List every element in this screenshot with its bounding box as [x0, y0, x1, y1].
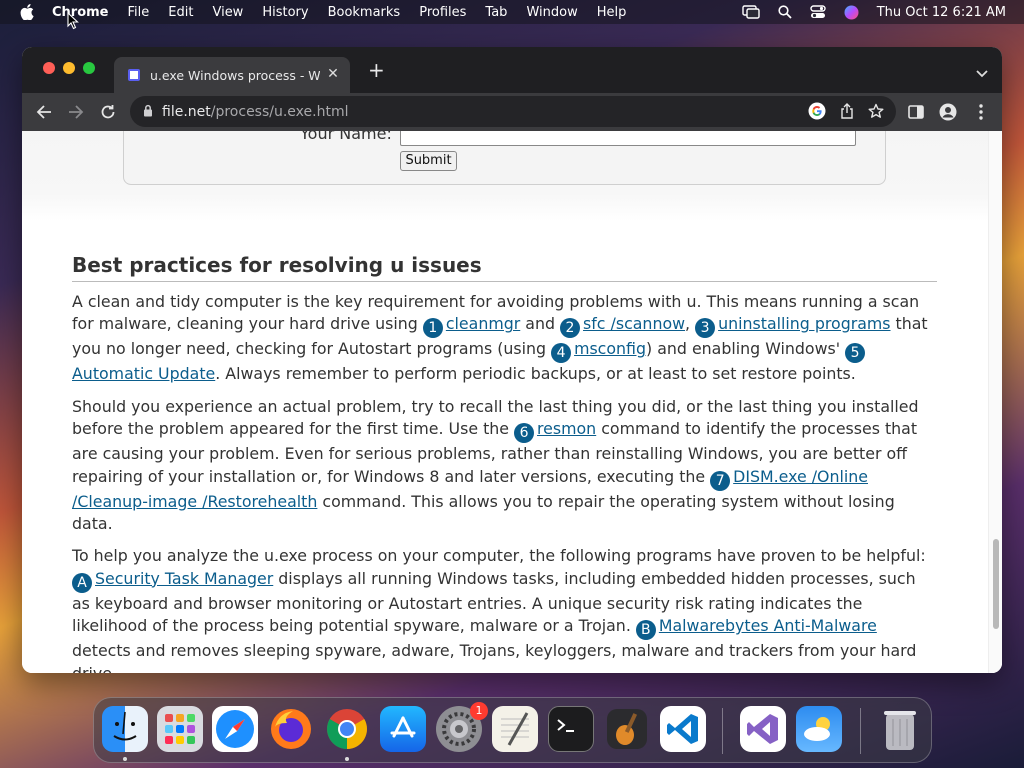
- settings-notification-badge: 1: [470, 702, 488, 720]
- finder-running-dot: [123, 757, 127, 761]
- badge-7: 7: [710, 470, 731, 491]
- link-cleanmgr[interactable]: cleanmgr: [446, 314, 520, 333]
- submit-button[interactable]: Submit: [400, 151, 457, 171]
- share-icon[interactable]: [840, 103, 854, 123]
- trash-icon[interactable]: [877, 706, 923, 752]
- p3-text-1: To help you analyze the u.exe process on…: [72, 546, 926, 566]
- p1-text-5: ) and enabling Windows': [646, 339, 846, 359]
- garageband-icon[interactable]: [604, 706, 650, 752]
- menu-history[interactable]: History: [262, 5, 308, 20]
- kebab-menu-icon[interactable]: [971, 102, 991, 122]
- minimize-window-button[interactable]: [63, 62, 75, 74]
- dock: 1: [93, 697, 932, 763]
- zoom-window-button[interactable]: [83, 62, 95, 74]
- spotlight-search-icon[interactable]: [778, 5, 792, 19]
- visual-studio-icon[interactable]: [740, 706, 786, 752]
- paragraph-1: A clean and tidy computer is the key req…: [72, 291, 937, 386]
- badge-1: 1: [422, 318, 443, 339]
- p3-text-3: detects and removes sleeping spyware, ad…: [72, 641, 917, 673]
- tab-title: u.exe Windows process - Wha: [150, 67, 320, 83]
- app-store-icon[interactable]: [380, 706, 426, 752]
- tab-bar: u.exe Windows process - Wha ✕ +: [22, 47, 1002, 93]
- browser-toolbar: file.net/process/u.exe.html: [22, 93, 1002, 131]
- profile-avatar-icon[interactable]: [938, 102, 958, 122]
- lock-icon[interactable]: [143, 102, 153, 121]
- p1-text-6: . Always remember to perform periodic ba…: [215, 364, 856, 384]
- safari-icon[interactable]: [212, 706, 258, 752]
- p1-text-2: and: [520, 314, 561, 334]
- control-center-icon[interactable]: [810, 5, 826, 19]
- forward-arrow-icon[interactable]: [66, 102, 86, 122]
- finder-icon[interactable]: [102, 706, 148, 752]
- site-favicon-icon: [128, 69, 140, 81]
- menu-app-chrome[interactable]: Chrome: [52, 5, 109, 20]
- mouse-cursor-icon: [67, 12, 79, 30]
- menu-view[interactable]: View: [212, 5, 243, 20]
- back-arrow-icon[interactable]: [34, 102, 54, 122]
- address-bar[interactable]: file.net/process/u.exe.html: [130, 96, 896, 127]
- tab-search-chevron-icon[interactable]: [976, 63, 988, 82]
- badge-4: 4: [551, 343, 572, 364]
- page-scrollbar[interactable]: [988, 131, 1002, 673]
- link-resmon[interactable]: resmon: [537, 419, 596, 438]
- paragraph-3: To help you analyze the u.exe process on…: [72, 545, 937, 673]
- menu-tab[interactable]: Tab: [485, 5, 507, 20]
- scrollbar-thumb[interactable]: [993, 539, 999, 629]
- textedit-icon[interactable]: [492, 706, 538, 752]
- close-window-button[interactable]: [43, 62, 55, 74]
- menu-bar: Chrome File Edit View History Bookmarks …: [0, 0, 1024, 24]
- badge-5: 5: [845, 343, 866, 364]
- badge-3: 3: [695, 318, 716, 339]
- menu-bookmarks[interactable]: Bookmarks: [328, 5, 401, 20]
- siri-icon[interactable]: [844, 5, 859, 20]
- url-host: file.net: [162, 103, 211, 120]
- new-tab-button[interactable]: +: [368, 60, 385, 80]
- url-path: /process/u.exe.html: [210, 103, 349, 120]
- menu-window[interactable]: Window: [526, 5, 577, 20]
- firefox-icon[interactable]: [268, 706, 314, 752]
- tab-active[interactable]: u.exe Windows process - Wha ✕: [114, 57, 350, 93]
- chrome-icon[interactable]: [324, 706, 370, 752]
- badge-a: A: [72, 572, 92, 593]
- link-security-task-manager[interactable]: Security Task Manager: [95, 569, 273, 588]
- bookmark-star-icon[interactable]: [868, 103, 884, 123]
- article-best-practices: Best practices for resolving u issues A …: [72, 253, 937, 673]
- paragraph-2: Should you experience an actual problem,…: [72, 396, 937, 536]
- reload-icon[interactable]: [98, 102, 118, 122]
- menu-help[interactable]: Help: [597, 5, 627, 20]
- weather-icon[interactable]: [796, 706, 842, 752]
- url-text: file.net/process/u.exe.html: [162, 104, 348, 120]
- screen-mirroring-icon[interactable]: [742, 5, 760, 19]
- link-sfc-scannow[interactable]: sfc /scannow: [583, 314, 685, 333]
- link-uninstalling-programs[interactable]: uninstalling programs: [718, 314, 890, 333]
- link-malwarebytes[interactable]: Malwarebytes Anti-Malware: [659, 616, 877, 635]
- menu-file[interactable]: File: [128, 5, 150, 20]
- comment-form-area: Your Name: Submit: [22, 131, 988, 221]
- tab-close-icon[interactable]: ✕: [326, 67, 340, 81]
- vscode-icon[interactable]: [660, 706, 706, 752]
- menu-clock[interactable]: Thu Oct 12 6:21 AM: [877, 5, 1006, 20]
- your-name-label: Your Name:: [300, 131, 392, 143]
- menu-edit[interactable]: Edit: [168, 5, 193, 20]
- badge-6: 6: [514, 423, 535, 444]
- dock-separator-2: [860, 708, 861, 754]
- browser-window: u.exe Windows process - Wha ✕ + file.net…: [22, 47, 1002, 673]
- launchpad-icon[interactable]: [157, 706, 203, 752]
- badge-2: 2: [560, 318, 581, 339]
- menu-profiles[interactable]: Profiles: [419, 5, 466, 20]
- terminal-icon[interactable]: [548, 706, 594, 752]
- link-automatic-update[interactable]: Automatic Update: [72, 364, 215, 383]
- google-lens-icon[interactable]: [808, 102, 826, 124]
- your-name-input[interactable]: [400, 131, 856, 146]
- chrome-running-dot: [345, 757, 349, 761]
- dock-separator: [722, 708, 723, 754]
- p1-text-3: ,: [685, 314, 696, 334]
- section-heading: Best practices for resolving u issues: [72, 253, 937, 282]
- link-msconfig[interactable]: msconfig: [574, 339, 646, 358]
- apple-menu-icon[interactable]: [18, 0, 36, 24]
- page-content: Your Name: Submit Best practices for res…: [22, 131, 1002, 673]
- side-panel-icon[interactable]: [906, 102, 926, 122]
- badge-b: B: [635, 620, 656, 641]
